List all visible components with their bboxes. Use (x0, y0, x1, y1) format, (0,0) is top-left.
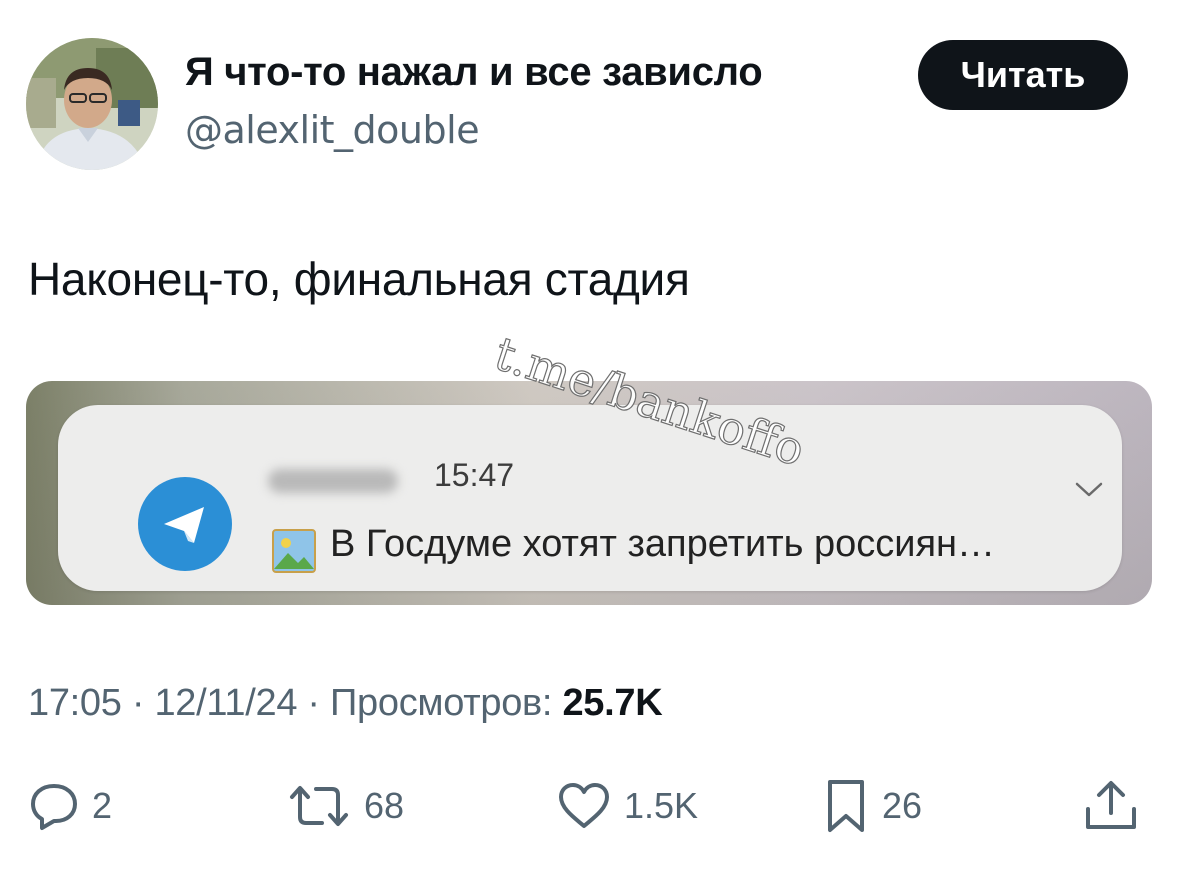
repost-icon (290, 786, 348, 826)
user-handle[interactable]: @alexlit_double (185, 108, 480, 152)
meta-separator: · (121, 682, 155, 724)
picture-icon (272, 529, 316, 573)
paper-plane-icon (164, 507, 204, 543)
like-button[interactable]: 1.5K (556, 778, 698, 834)
tweet-date[interactable]: 12/11/24 (154, 682, 297, 724)
repost-count: 68 (364, 785, 405, 826)
views-label: Просмотров: (330, 682, 553, 724)
notification-time: 15:47 (434, 457, 515, 493)
read-button[interactable]: Читать (918, 40, 1128, 110)
bookmark-icon (828, 780, 864, 832)
avatar[interactable] (26, 38, 158, 170)
tweet-page: Я что-то нажал и все зависло @alexlit_do… (0, 0, 1179, 882)
reply-count: 2 (92, 785, 113, 826)
notification-preview-text: В Госдуме хотят запретить россиян… (330, 523, 996, 565)
tweet-meta: 17:05 · 12/11/24 · Просмотров: 25.7K (28, 682, 663, 725)
avatar-photo (26, 38, 158, 170)
bookmark-button[interactable]: 26 (822, 778, 922, 834)
tweet-media-image[interactable]: 15:47 В Госдуме хотят запретить россиян… (26, 381, 1152, 605)
views-count: 25.7K (562, 682, 663, 724)
tweet-text: Наконец-то, финальная стадия (28, 253, 690, 305)
bookmark-count: 26 (882, 785, 923, 826)
repost-button[interactable]: 68 (286, 778, 404, 834)
chevron-down-icon (1074, 481, 1104, 504)
reply-icon (31, 784, 77, 830)
meta-separator: · (297, 682, 331, 724)
telegram-icon (138, 477, 232, 571)
like-count: 1.5K (624, 785, 699, 826)
heart-icon (559, 783, 609, 828)
share-button[interactable] (1082, 778, 1140, 834)
reply-button[interactable]: 2 (28, 778, 112, 834)
blurred-sender-name (268, 469, 398, 493)
notification-card: 15:47 В Госдуме хотят запретить россиян… (58, 405, 1122, 591)
display-name[interactable]: Я что-то нажал и все зависло (185, 50, 763, 95)
tweet-time[interactable]: 17:05 (28, 682, 122, 724)
share-icon (1086, 781, 1136, 829)
